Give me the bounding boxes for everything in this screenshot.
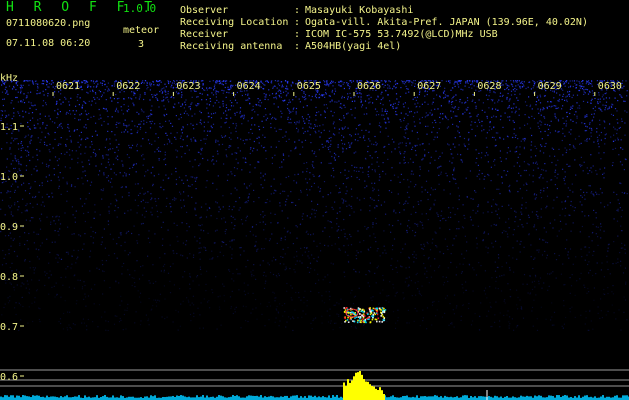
meteor-count: 3 — [138, 39, 145, 50]
time-tick: 0625 — [297, 81, 321, 92]
freq-tick: 0.7 — [0, 322, 18, 333]
time-tick: 0630 — [598, 81, 622, 92]
time-tick: 0627 — [417, 81, 441, 92]
info-value-observer: Masayuki Kobayashi — [305, 5, 414, 16]
info-separator: : — [294, 29, 301, 40]
info-value-location: Ogata-vill. Akita-Pref. JAPAN (139.96E, … — [305, 17, 588, 28]
freq-tick: 1.1 — [0, 122, 18, 133]
info-label-receiver: Receiver — [180, 29, 229, 40]
freq-tick: 0.9 — [0, 222, 18, 233]
info-label-observer: Observer — [180, 5, 229, 16]
meteor-echo — [343, 307, 387, 324]
file-name: 0711080620.png — [6, 18, 91, 29]
freq-tick: 0.6 — [0, 372, 18, 383]
spectrogram: 0621 0622 0623 0624 0625 0626 0627 0628 0629 0630… — [0, 80, 629, 400]
app-version: 1.0.0 — [123, 2, 157, 15]
freq-tick: 1.0 — [0, 172, 18, 183]
time-tick: 0621 — [56, 81, 80, 92]
date-time: 07.11.08 06:20 — [6, 38, 91, 49]
meteor-label: meteor — [123, 25, 160, 36]
noise-layer — [0, 80, 628, 332]
time-tick: 0622 — [116, 81, 140, 92]
info-label-location: Receiving Location — [180, 17, 289, 28]
info-label-antenna: Receiving antenna — [180, 41, 283, 52]
info-separator: : — [294, 41, 301, 52]
info-value-antenna: A504HB(yagi 4el) — [305, 41, 402, 52]
info-value-receiver: ICOM IC-575 53.7492(@LCD)MHz USB — [305, 29, 498, 40]
time-tick: 0624 — [237, 81, 261, 92]
time-axis: 0621 0622 0623 0624 0625 0626 0627 0628 0629 0630 — [52, 81, 622, 96]
meteor-peak-bar — [343, 370, 385, 400]
signal-baseline — [0, 390, 629, 400]
time-tick: 0628 — [477, 81, 501, 92]
info-separator: : — [294, 17, 301, 28]
time-tick: 0623 — [176, 81, 200, 92]
freq-tick: 0.8 — [0, 272, 18, 283]
freq-gridlines — [0, 369, 629, 387]
freq-axis: 1.1 1.0 0.9 0.8 0.7 0.6 — [0, 122, 24, 383]
time-tick: 0629 — [538, 81, 562, 92]
info-separator: : — [294, 5, 301, 16]
time-tick: 0626 — [357, 81, 381, 92]
